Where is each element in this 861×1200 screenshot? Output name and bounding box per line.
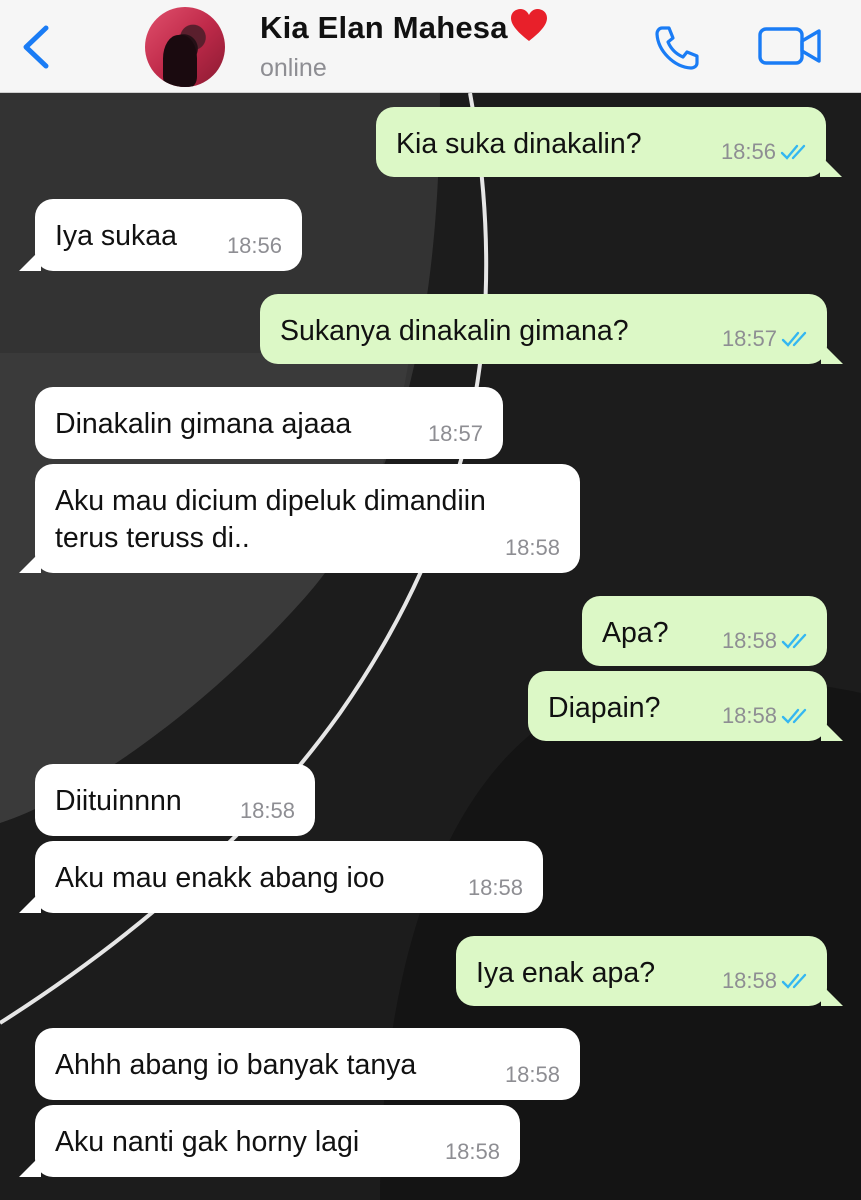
read-receipt-icon: [781, 633, 807, 649]
message-time: 18:58: [467, 875, 523, 900]
video-call-icon[interactable]: [758, 26, 822, 66]
message-text-line-1: Aku mau dicium dipeluk dimandiin: [55, 485, 486, 517]
message-bubble-incoming[interactable]: Iya sukaa 18:56: [19, 199, 302, 271]
message-text: Iya sukaa: [55, 220, 177, 252]
message-bubble-outgoing[interactable]: Apa? 18:58: [582, 596, 827, 666]
contact-name[interactable]: Kia Elan Mahesa: [260, 9, 548, 46]
message-time: 18:57: [427, 421, 483, 446]
bubble-tail: [821, 984, 843, 1006]
back-chevron-icon[interactable]: [18, 22, 58, 72]
message-text: Apa?: [602, 617, 669, 649]
message-time: 18:57: [721, 326, 777, 351]
message-bubble-outgoing[interactable]: Sukanya dinakalin gimana? 18:57: [260, 294, 843, 364]
bubble-tail: [820, 155, 842, 177]
chat-header: Kia Elan Mahesa online: [0, 0, 861, 93]
message-time: 18:58: [721, 968, 777, 993]
contact-name-text: Kia Elan Mahesa: [260, 10, 508, 45]
message-time: 18:58: [721, 628, 777, 653]
read-receipt-icon: [781, 331, 807, 347]
message-text-line-2: terus teruss di..: [55, 522, 250, 554]
contact-avatar[interactable]: [145, 7, 225, 87]
heart-icon: [510, 9, 547, 41]
message-text: Aku mau enakk abang ioo: [55, 862, 385, 894]
message-time: 18:58: [504, 535, 560, 560]
avatar-figure: [163, 35, 197, 87]
message-bubble-outgoing[interactable]: Diapain? 18:58: [528, 671, 843, 741]
message-text: Diituinnnn: [55, 785, 182, 817]
read-receipt-icon: [781, 708, 807, 724]
bubble-tail: [19, 891, 41, 913]
message-text: Dinakalin gimana ajaaa: [55, 408, 352, 440]
contact-status: online: [260, 54, 327, 82]
phone-call-icon[interactable]: [652, 24, 702, 70]
message-bubble-incoming[interactable]: Diituinnnn 18:58: [35, 764, 315, 836]
message-bubble-incoming[interactable]: Aku mau dicium dipeluk dimandiin terus t…: [19, 464, 580, 573]
message-time: 18:56: [226, 233, 282, 258]
message-bubble-incoming[interactable]: Aku nanti gak horny lagi 18:58: [19, 1105, 520, 1177]
message-bubble-incoming[interactable]: Aku mau enakk abang ioo 18:58: [19, 841, 543, 913]
bubble-tail: [19, 551, 41, 573]
message-text: Sukanya dinakalin gimana?: [280, 315, 629, 347]
read-receipt-icon: [781, 973, 807, 989]
message-bubble-outgoing[interactable]: Kia suka dinakalin? 18:56: [376, 107, 842, 177]
bubble-tail: [821, 719, 843, 741]
bubble-tail: [19, 249, 41, 271]
message-text: Diapain?: [548, 692, 661, 724]
read-receipt-icon: [780, 144, 806, 160]
message-time: 18:58: [444, 1139, 500, 1164]
message-time: 18:58: [504, 1062, 560, 1087]
message-text: Iya enak apa?: [476, 957, 656, 989]
chat-area[interactable]: Kia suka dinakalin? 18:56 Iya sukaa 18:5…: [0, 93, 861, 1200]
bubble-tail: [821, 342, 843, 364]
message-bubble-incoming[interactable]: Dinakalin gimana ajaaa 18:57: [35, 387, 503, 459]
message-text: Kia suka dinakalin?: [396, 128, 642, 160]
message-bubble-outgoing[interactable]: Iya enak apa? 18:58: [456, 936, 843, 1006]
message-text: Ahhh abang io banyak tanya: [55, 1049, 417, 1081]
message-time: 18:56: [720, 139, 776, 164]
message-time: 18:58: [239, 798, 295, 823]
bubble-tail: [19, 1155, 41, 1177]
message-bubble-incoming[interactable]: Ahhh abang io banyak tanya 18:58: [35, 1028, 580, 1100]
message-time: 18:58: [721, 703, 777, 728]
message-text: Aku nanti gak horny lagi: [55, 1126, 360, 1158]
